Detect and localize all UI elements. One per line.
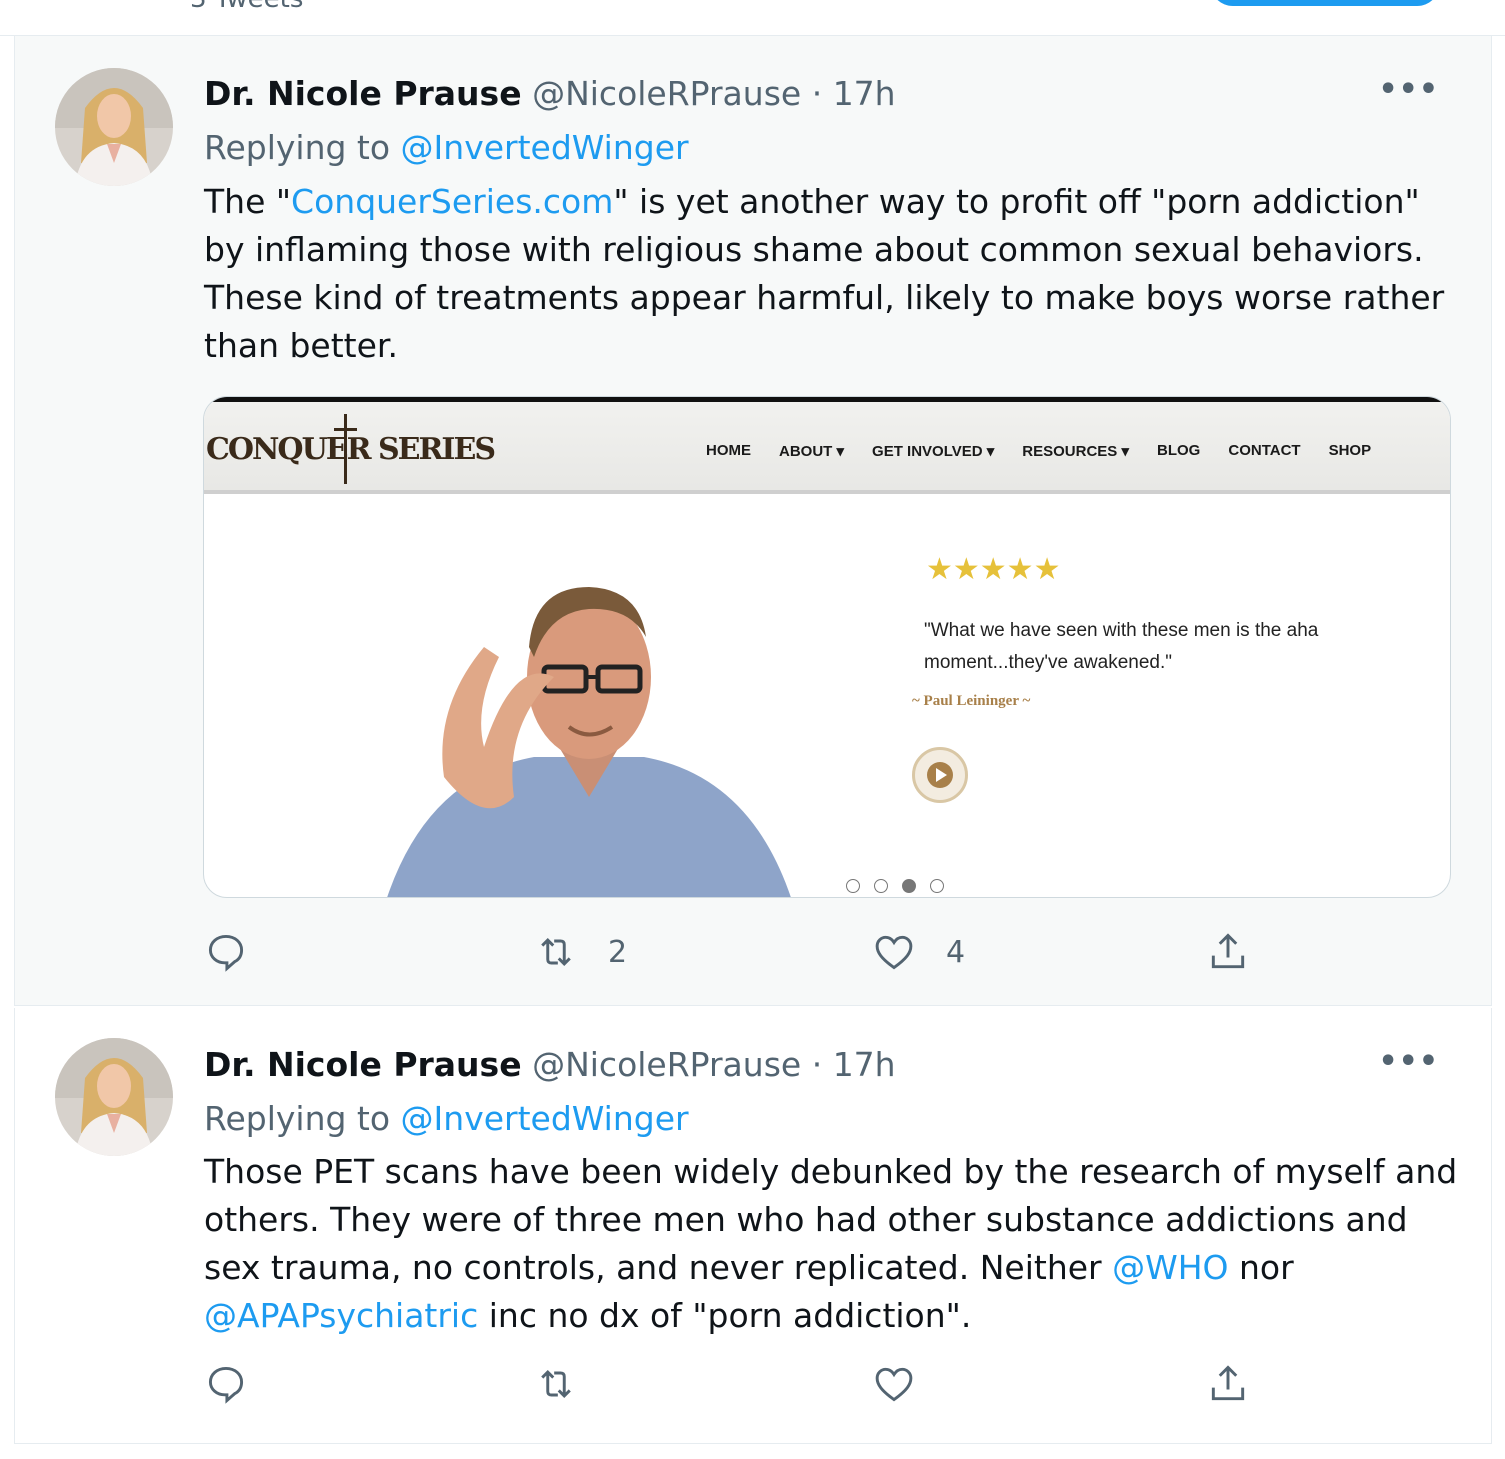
share-button[interactable] — [1206, 1362, 1250, 1406]
replying-to: Replying to @InvertedWinger — [204, 1099, 689, 1139]
website-nav-items: HOME ABOUT ▾ GET INVOLVED ▾ RESOURCES ▾ … — [706, 442, 1399, 460]
separator-dot: · — [811, 74, 823, 113]
reply-button[interactable] — [204, 930, 278, 974]
retweet-button[interactable]: 2 — [534, 930, 627, 974]
play-icon — [912, 747, 968, 803]
separator-dot: · — [811, 1045, 823, 1084]
tweet-actions: 2 4 — [204, 930, 1264, 980]
mention-who-link[interactable]: @WHO — [1112, 1248, 1228, 1287]
reply-button[interactable] — [204, 1362, 278, 1406]
reply-mention-link[interactable]: @InvertedWinger — [401, 1099, 689, 1138]
top-bar: 3 Tweets — [0, 0, 1505, 36]
url-link[interactable]: ConquerSeries.com — [291, 182, 613, 221]
timestamp[interactable]: 17h — [833, 74, 896, 113]
share-icon — [1211, 933, 1245, 969]
timestamp[interactable]: 17h — [833, 1045, 896, 1084]
testimonial-attribution: ~ Paul Leininger ~ — [912, 693, 1031, 709]
website-nav: CONQUER SERIES HOME ABOUT ▾ GET INVOLVED… — [204, 402, 1450, 494]
like-icon — [875, 935, 913, 970]
nav-resources: RESOURCES ▾ — [1022, 443, 1130, 460]
cross-icon-bar — [334, 428, 357, 431]
tweet-text: The "ConquerSeries.com" is yet another w… — [204, 178, 1469, 370]
logo-text: CONQUER SERIES — [206, 432, 496, 467]
like-button[interactable] — [872, 1362, 946, 1406]
nav-get-involved: GET INVOLVED ▾ — [872, 443, 995, 460]
mention-apapsychiatric-link[interactable]: @APAPsychiatric — [204, 1296, 478, 1335]
carousel-dot — [930, 879, 944, 893]
nav-about: ABOUT ▾ — [779, 443, 845, 460]
tweet[interactable]: Dr. Nicole Prause @NicoleRPrause · 17h •… — [14, 1008, 1492, 1444]
conquer-series-logo: CONQUER SERIES — [206, 414, 496, 484]
tweet-text: Those PET scans have been widely debunke… — [204, 1148, 1469, 1340]
author-name[interactable]: Dr. Nicole Prause — [204, 74, 522, 113]
tweet-actions — [204, 1362, 1264, 1412]
like-icon — [875, 1367, 913, 1402]
nav-blog: BLOG — [1157, 442, 1201, 459]
carousel-dot — [874, 879, 888, 893]
tweet[interactable]: Dr. Nicole Prause @NicoleRPrause · 17h •… — [14, 36, 1492, 1006]
tweet-header: Dr. Nicole Prause @NicoleRPrause · 17h — [204, 74, 896, 114]
replying-prefix: Replying to — [204, 128, 401, 167]
replying-to: Replying to @InvertedWinger — [204, 128, 689, 168]
reply-icon — [208, 1366, 244, 1404]
like-button[interactable]: 4 — [872, 930, 965, 974]
text-segment: nor — [1228, 1248, 1294, 1287]
author-handle[interactable]: @NicoleRPrause — [532, 1045, 801, 1084]
nav-home: HOME — [706, 442, 751, 459]
media-card[interactable]: CONQUER SERIES HOME ABOUT ▾ GET INVOLVED… — [203, 396, 1451, 898]
cross-icon — [344, 414, 347, 484]
nav-shop: SHOP — [1328, 442, 1372, 459]
share-icon — [1211, 1365, 1245, 1401]
tweet-header: Dr. Nicole Prause @NicoleRPrause · 17h — [204, 1045, 896, 1085]
text-segment: The " — [204, 182, 292, 221]
retweet-icon — [541, 938, 571, 966]
avatar[interactable] — [55, 1038, 173, 1156]
retweet-count: 2 — [608, 934, 628, 970]
retweet-button[interactable] — [534, 1362, 608, 1406]
tweet-count-partial: 3 Tweets — [190, 0, 303, 14]
nav-contact: CONTACT — [1228, 442, 1301, 459]
retweet-icon — [541, 1370, 571, 1398]
speaker-photo — [384, 527, 794, 897]
carousel-dot — [846, 879, 860, 893]
author-handle[interactable]: @NicoleRPrause — [532, 74, 801, 113]
like-count: 4 — [946, 934, 966, 970]
carousel-dot-active — [902, 879, 916, 893]
testimonial-quote: "What we have seen with these men is the… — [924, 620, 1319, 673]
follow-button[interactable] — [1210, 0, 1440, 6]
rating-stars: ★★★★★ — [926, 552, 1061, 587]
reply-icon — [208, 934, 244, 972]
reply-mention-link[interactable]: @InvertedWinger — [401, 128, 689, 167]
share-button[interactable] — [1206, 930, 1250, 974]
carousel-dots — [846, 879, 958, 893]
author-name[interactable]: Dr. Nicole Prause — [204, 1045, 522, 1084]
replying-prefix: Replying to — [204, 1099, 401, 1138]
more-icon[interactable]: ••• — [1378, 1044, 1439, 1079]
more-icon[interactable]: ••• — [1378, 72, 1439, 107]
avatar[interactable] — [55, 68, 173, 186]
text-segment: inc no dx of "porn addiction". — [478, 1296, 972, 1335]
